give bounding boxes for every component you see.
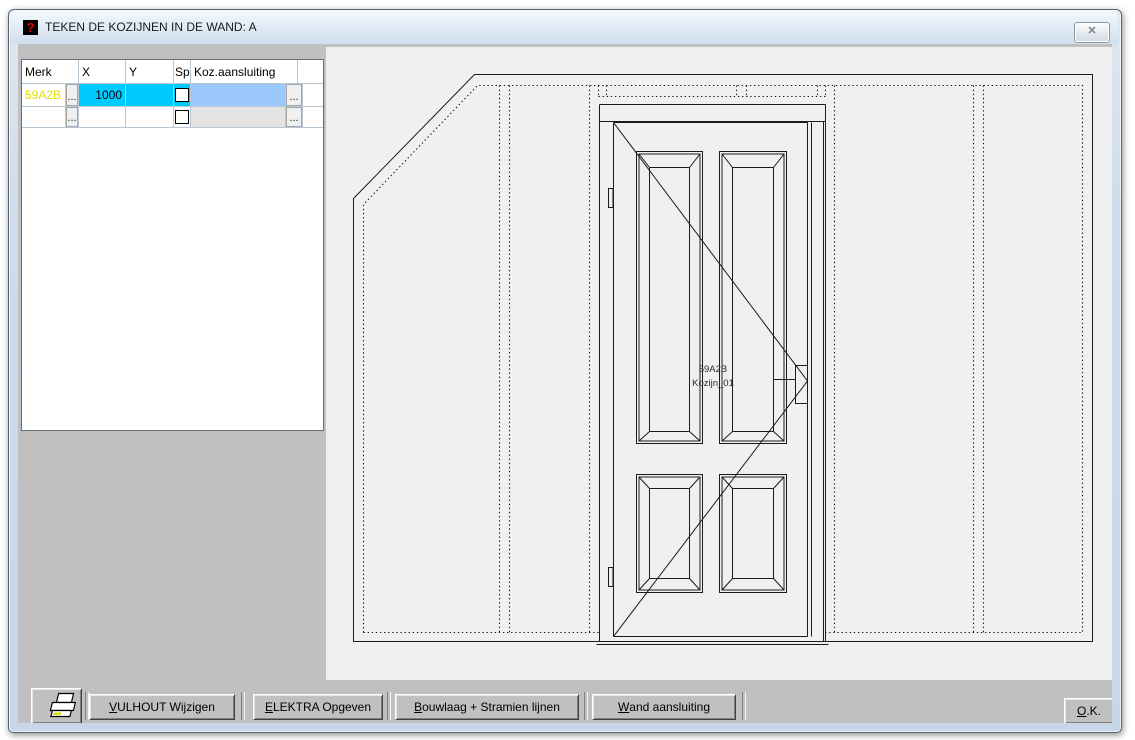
header-sp: Sp [174, 60, 191, 84]
button-label: ouwlaag + Stramien lijnen [422, 700, 560, 714]
koz-browse-cell: ... [286, 84, 303, 107]
x-cell[interactable] [79, 107, 126, 128]
toolbar-divider [387, 692, 391, 720]
button-label: ULHOUT Wijzigen [117, 700, 215, 714]
merk-value[interactable]: 59A2B [25, 88, 61, 102]
koz-cell[interactable] [191, 84, 286, 107]
koz-browse-button[interactable]: ... [286, 107, 302, 127]
table-row: 59A2B ... 1000 ... [22, 84, 323, 107]
ok-button[interactable]: O.K. [1064, 698, 1112, 723]
merk-browse-cell: ... [66, 84, 79, 107]
print-button[interactable] [31, 688, 82, 723]
hinge-bottom [609, 568, 614, 587]
merk-cell: 59A2B [22, 84, 66, 107]
wand-aansluiting-button[interactable]: Wand aansluiting [592, 694, 736, 720]
button-label: and aansluiting [629, 700, 710, 714]
wall-outline [354, 75, 1093, 642]
toolbar-divider [241, 692, 245, 720]
sp-checkbox[interactable] [175, 110, 189, 124]
bouwlaag-stramien-button[interactable]: Bouwlaag + Stramien lijnen [395, 694, 579, 720]
printer-icon [38, 692, 76, 720]
vulhout-wijzigen-button[interactable]: VULHOUT Wijzigen [89, 694, 235, 720]
lintel-dotted-band [599, 86, 826, 97]
merk-cell[interactable] [22, 107, 66, 128]
window-title: TEKEN DE KOZIJNEN IN DE WAND: A [45, 11, 257, 44]
sp-cell [174, 107, 191, 128]
header-merk: Merk [22, 60, 79, 84]
button-label: .K. [1086, 704, 1101, 718]
help-icon-glyph: ? [27, 20, 35, 35]
bottom-toolbar: VULHOUT Wijzigen ELEKTRA Opgeven Bouwlaa… [18, 680, 1112, 723]
close-icon: ✕ [1087, 25, 1096, 37]
close-button[interactable]: ✕ [1074, 22, 1110, 43]
merk-browse-button[interactable]: ... [66, 84, 78, 106]
dialog-content: Merk X Y Sp Koz.aansluiting 59A2B ... 10… [18, 44, 1112, 723]
frames-table: Merk X Y Sp Koz.aansluiting 59A2B ... 10… [21, 59, 324, 431]
table-row: ... ... [22, 107, 323, 128]
button-accesskey: E [265, 700, 273, 714]
koz-browse-cell: ... [286, 107, 303, 128]
koz-cell[interactable] [191, 107, 286, 128]
row-end-cell [303, 107, 323, 128]
koz-browse-button[interactable]: ... [286, 84, 302, 106]
button-accesskey: B [414, 700, 422, 714]
row-end-cell [303, 84, 323, 107]
table-header-row: Merk X Y Sp Koz.aansluiting [22, 60, 323, 84]
toolbar-divider [742, 692, 746, 720]
sp-checkbox[interactable] [175, 88, 189, 102]
wall-elevation-drawing: 59A2B Kozijn_01 [326, 47, 1112, 680]
button-accesskey: W [618, 700, 629, 714]
button-label: LEKTRA Opgeven [273, 700, 371, 714]
button-accesskey: V [109, 700, 117, 714]
drawing-area[interactable]: 59A2B Kozijn_01 [326, 47, 1112, 680]
door-handle [796, 366, 808, 404]
y-cell[interactable] [126, 107, 174, 128]
wall-inner-dotted-outline [364, 86, 1083, 633]
frame-label-line1: 59A2B [699, 364, 728, 375]
header-y: Y [126, 60, 174, 84]
x-cell[interactable]: 1000 [79, 84, 126, 107]
app-help-icon: ? [23, 20, 38, 35]
button-accesskey: O [1077, 704, 1086, 718]
header-koz: Koz.aansluiting [191, 60, 298, 84]
hinge-top [609, 189, 614, 208]
toolbar-divider [584, 692, 588, 720]
elektra-opgeven-button[interactable]: ELEKTRA Opgeven [253, 694, 383, 720]
merk-browse-button[interactable]: ... [66, 107, 78, 127]
merk-browse-cell: ... [66, 107, 79, 128]
header-x: X [79, 60, 126, 84]
dialog-teken-kozijnen: ? TEKEN DE KOZIJNEN IN DE WAND: A ✕ Merk… [8, 9, 1122, 733]
desktop-background: ? TEKEN DE KOZIJNEN IN DE WAND: A ✕ Merk… [0, 0, 1135, 740]
y-cell[interactable] [126, 84, 174, 107]
header-blank [298, 60, 323, 84]
frame-label-line2: Kozijn_01 [692, 378, 734, 389]
title-bar[interactable]: ? TEKEN DE KOZIJNEN IN DE WAND: A ✕ [10, 11, 1118, 44]
sp-cell [174, 84, 191, 107]
